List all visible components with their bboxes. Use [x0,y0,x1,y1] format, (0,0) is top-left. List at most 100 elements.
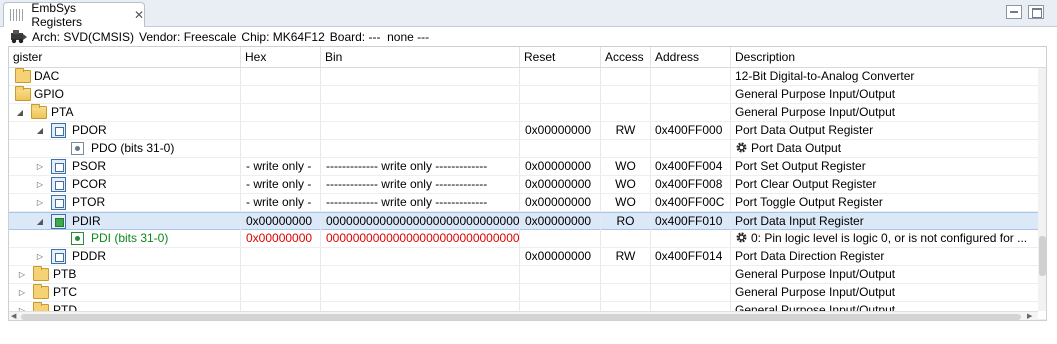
tree-row-pdir-selected[interactable]: ◢ PDIR 0x00000000 0000000000000000000000… [9,212,1046,230]
hex-cell[interactable]: 0x00000000 [241,213,321,230]
maximize-icon[interactable] [1028,5,1044,19]
folder-icon [15,68,31,83]
tree-row-pdor[interactable]: ◢ PDOR 0x00000000 RW 0x400FF000 Port Dat… [9,122,1046,140]
column-header-hex[interactable]: Hex [241,47,321,68]
description-cell: General Purpose Input/Output [735,267,896,281]
tree-row-ptc[interactable]: ▷ PTC General Purpose Input/Output [9,284,1046,302]
expand-arrow-icon[interactable]: ▷ [17,266,27,283]
address-cell [651,68,731,85]
expand-arrow-icon[interactable]: ▷ [17,284,27,301]
access-cell [601,284,651,301]
address-cell [651,104,731,121]
tree-row-ptb[interactable]: ▷ PTB General Purpose Input/Output [9,266,1046,284]
bin-cell [321,248,520,265]
reset-cell [520,230,601,247]
reset-cell: 0x00000000 [520,194,601,211]
address-cell [651,86,731,103]
access-cell [601,86,651,103]
hex-cell [241,284,321,301]
column-header-bin[interactable]: Bin [321,47,520,68]
horizontal-scroll-thumb[interactable] [21,314,1021,320]
description-cell: Port Data Input Register [735,214,864,228]
tree-row-dac[interactable]: DAC 12-Bit Digital-to-Analog Converter [9,68,1046,86]
row-name: PTA [51,105,74,119]
register-icon [51,195,66,210]
tree-row-pdi-field[interactable]: PDI (bits 31-0) 0x00000000 0000000000000… [9,230,1046,248]
row-name: PDDR [72,249,107,263]
column-header-description[interactable]: Description [731,47,1038,68]
reset-cell [520,266,601,283]
register-tree-table[interactable]: gister Hex Bin Reset Access Address Desc… [8,46,1047,321]
column-header-register[interactable]: gister [9,47,241,68]
access-cell: RO [601,213,651,230]
address-cell [651,230,731,247]
expand-arrow-icon[interactable]: ▷ [35,158,45,175]
device-info-bar: Arch: SVD(CMSIS) Vendor: Freescale Chip:… [0,27,1057,46]
collapse-arrow-icon[interactable]: ◢ [15,104,25,121]
open-folder-icon [31,104,47,119]
access-cell: WO [601,194,651,211]
reset-cell [520,68,601,85]
grip-icon [10,9,26,21]
vendor-label: Vendor: Freescale [139,29,237,44]
horizontal-scrollbar[interactable]: ◀ ▶ [9,311,1038,320]
bin-cell [321,266,520,283]
bin-cell: ------------- write only ------------- [321,158,520,175]
vertical-scrollbar[interactable] [1038,68,1046,311]
tree-row-ptor[interactable]: ▷ PTOR - write only - ------------- writ… [9,194,1046,212]
row-name: PDI (bits 31-0) [91,231,169,245]
row-name: PDOR [72,123,107,137]
gear-icon [736,142,747,153]
address-cell: 0x400FF00C [651,194,731,211]
bin-cell[interactable] [321,140,520,157]
description-cell: 0: Pin logic level is logic 0, or is not… [731,230,1046,247]
tree-row-pdo-field[interactable]: PDO (bits 31-0) Port Data Output [9,140,1046,158]
tree-row-gpio[interactable]: GPIO General Purpose Input/Output [9,86,1046,104]
description-cell: General Purpose Input/Output [735,285,896,299]
bin-cell[interactable]: 00000000000000000000000000000000 [321,213,520,230]
tree-row-pcor[interactable]: ▷ PCOR - write only - ------------- writ… [9,176,1046,194]
scroll-right-icon[interactable]: ▶ [1027,312,1032,320]
collapse-arrow-icon[interactable]: ◢ [35,213,45,230]
expand-arrow-icon[interactable]: ▷ [35,194,45,211]
view-tab-embsys-registers[interactable]: EmbSys Registers ✕ [3,1,145,29]
bin-cell[interactable]: 00000000000000000000000000000000 [321,230,520,247]
hex-cell: - write only - [241,194,321,211]
hex-cell [241,68,321,85]
access-cell [601,104,651,121]
register-icon [51,123,66,138]
minimize-icon[interactable] [1006,5,1022,19]
reset-cell: 0x00000000 [520,213,601,230]
address-cell: 0x400FF010 [651,213,731,230]
access-cell [601,230,651,247]
row-name: PDO (bits 31-0) [91,141,175,155]
hex-cell [241,104,321,121]
expand-arrow-icon[interactable]: ▷ [35,248,45,265]
access-cell [601,266,651,283]
column-header-reset[interactable]: Reset [520,47,601,68]
tree-row-psor[interactable]: ▷ PSOR - write only - ------------- writ… [9,158,1046,176]
column-header-access[interactable]: Access [601,47,651,68]
description-text: Port Data Output [751,141,842,155]
collapse-arrow-icon[interactable]: ◢ [35,122,45,139]
hex-cell [241,86,321,103]
view-tab-bar: EmbSys Registers ✕ [0,0,1057,29]
column-header-address[interactable]: Address [651,47,731,68]
bin-cell [321,86,520,103]
tree-row-pddr[interactable]: ▷ PDDR 0x00000000 RW 0x400FF014 Port Dat… [9,248,1046,266]
address-cell: 0x400FF004 [651,158,731,175]
access-cell [601,140,651,157]
description-cell: Port Data Direction Register [735,249,885,263]
hex-cell[interactable] [241,140,321,157]
row-name: PTB [53,267,77,281]
close-icon[interactable]: ✕ [134,9,144,21]
tree-row-pta[interactable]: ◢ PTA General Purpose Input/Output [9,104,1046,122]
select-device-icon[interactable] [10,29,28,44]
vertical-scroll-thumb[interactable] [1039,236,1046,276]
description-cell: Port Clear Output Register [735,177,877,191]
hex-cell[interactable]: 0x00000000 [241,230,321,247]
scroll-left-icon[interactable]: ◀ [11,312,16,320]
description-cell: General Purpose Input/Output [735,87,896,101]
description-cell: Port Set Output Register [735,159,866,173]
expand-arrow-icon[interactable]: ▷ [35,176,45,193]
